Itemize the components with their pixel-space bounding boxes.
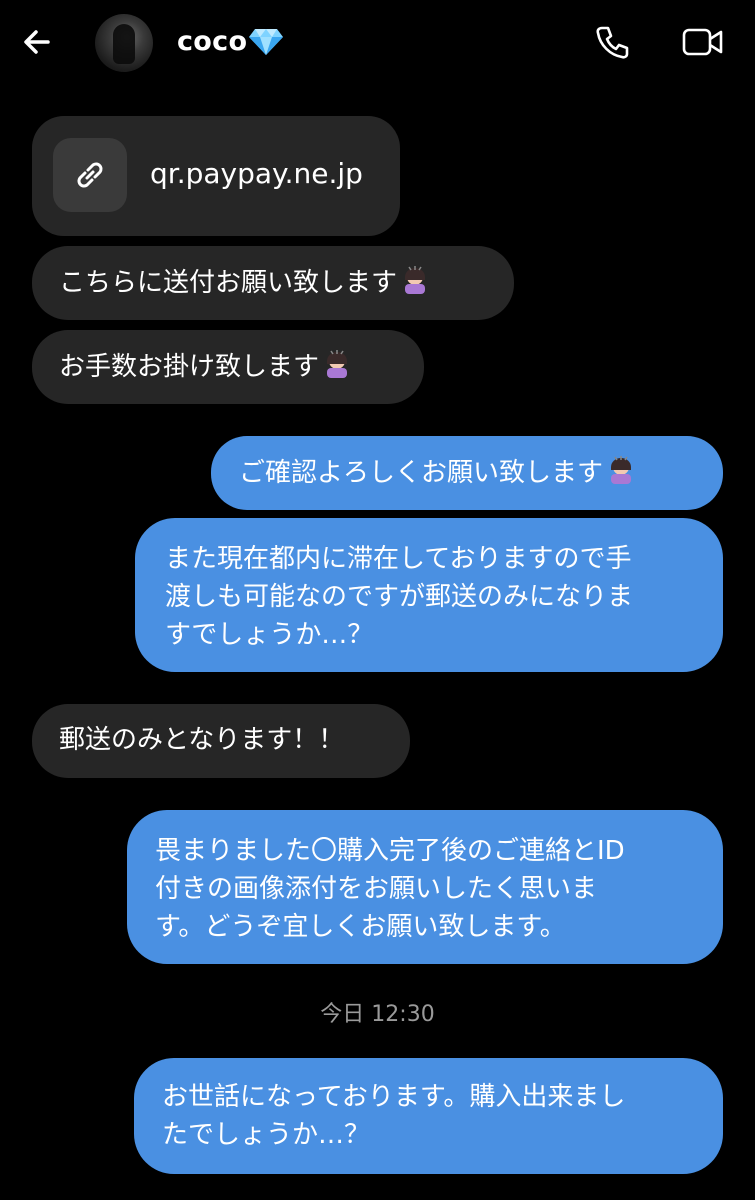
chat-header: coco [0,0,755,90]
message-line: 付きの画像添付をお願いしたく思いま [155,874,598,904]
bowing-person-emoji [611,456,632,484]
message-text: 郵送のみとなります！！ [59,725,345,755]
bowing-person-emoji [327,350,348,378]
message-text: お手数お掛け致します [59,352,320,382]
outgoing-message: 畏まりました〇購入完了後のご連絡とID 付きの画像添付をお願いしたく思いま す。… [127,810,723,964]
incoming-message: お手数お掛け致します [32,330,424,404]
outgoing-message: また現在都内に滞在しておりますので手 渡しも可能なのですが郵送のみになりま すで… [135,518,723,672]
incoming-message: こちらに送付お願い致します [32,246,514,320]
avatar[interactable] [95,14,153,72]
link-icon-box [53,138,127,212]
gem-icon [249,29,283,55]
outgoing-message: ご確認よろしくお願い致します [211,436,723,510]
message-line: たでしょうか…？ [162,1120,371,1150]
link-text[interactable]: qr.paypay.ne.jp [150,157,363,190]
message-line: すでしょうか…？ [165,620,374,650]
message-line: す。どうぞ宜しくお願い致します。 [155,912,566,942]
timestamp: 今日 12:30 [320,1002,435,1027]
video-camera-icon[interactable] [682,26,724,58]
incoming-message: 郵送のみとなります！！ [32,704,410,778]
outgoing-message: お世話になっております。購入出来まし たでしょうか…？ [134,1058,723,1174]
message-line: お世話になっております。購入出来まし [162,1082,626,1112]
message-line: 畏まりました〇購入完了後のご連絡とID [155,836,625,866]
message-text: こちらに送付お願い致します [59,268,398,298]
message-line: 渡しも可能なのですが郵送のみになりま [165,582,634,612]
message-line: また現在都内に滞在しておりますので手 [165,544,632,574]
back-arrow-icon[interactable] [18,22,58,62]
link-icon [77,162,103,188]
bowing-person-emoji [405,266,426,294]
message-text: ご確認よろしくお願い致します [239,458,604,488]
phone-icon[interactable] [594,24,630,60]
contact-name[interactable]: coco [177,26,247,57]
